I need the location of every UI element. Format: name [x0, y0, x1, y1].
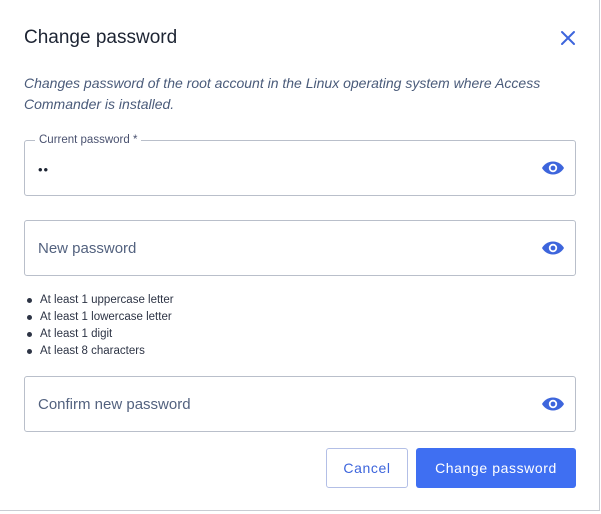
new-password-input[interactable] [38, 221, 518, 275]
password-rule: At least 1 lowercase letter [26, 309, 174, 326]
cancel-button[interactable]: Cancel [326, 448, 408, 488]
new-password-field [24, 220, 576, 276]
current-password-input[interactable] [38, 142, 518, 196]
current-password-field: Current password * [24, 133, 576, 196]
close-button[interactable] [556, 26, 580, 50]
eye-icon [542, 241, 564, 255]
confirm-password-field [24, 376, 576, 432]
password-rule: At least 1 digit [26, 326, 174, 343]
password-rule: At least 1 uppercase letter [26, 292, 174, 309]
dialog-description: Changes password of the root account in … [24, 75, 541, 112]
show-new-password-button[interactable] [541, 236, 565, 260]
dialog-title: Change password [24, 27, 178, 48]
eye-icon [542, 161, 564, 175]
show-current-password-button[interactable] [541, 156, 565, 180]
eye-icon [542, 397, 564, 411]
show-confirm-password-button[interactable] [541, 392, 565, 416]
change-password-dialog: Change password Changes password of the … [0, 0, 600, 511]
close-icon [561, 31, 575, 45]
change-password-button[interactable]: Change password [416, 448, 576, 488]
confirm-password-input[interactable] [38, 377, 518, 431]
password-rules-list: At least 1 uppercase letter At least 1 l… [26, 292, 174, 360]
password-rule: At least 8 characters [26, 343, 174, 360]
